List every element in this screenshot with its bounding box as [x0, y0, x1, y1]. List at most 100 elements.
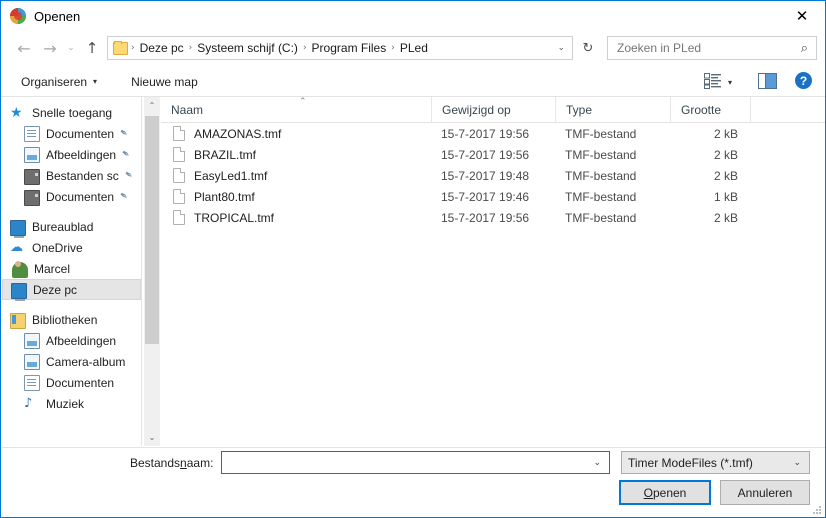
help-icon[interactable]: ? — [795, 72, 812, 89]
nieuwe-map-button[interactable]: Nieuwe map — [123, 70, 206, 94]
filename-label-accel: n — [180, 456, 187, 470]
recent-locations-icon[interactable]: ⌄ — [63, 35, 79, 61]
cancel-button[interactable]: Annuleren — [720, 480, 810, 505]
sidebar-item-label: Muziek — [46, 396, 85, 411]
sidebar-item-bibliotheken[interactable]: Bibliotheken — [2, 309, 141, 330]
navigation-pane-scrollbar[interactable]: ⌃ ⌄ — [144, 97, 160, 446]
view-dropdown-chevron-icon[interactable]: ▾ — [728, 78, 732, 87]
breadcrumb-item-program-files[interactable]: Program Files — [308, 41, 391, 55]
file-icon — [173, 210, 185, 225]
filename-combobox[interactable]: ⌄ — [221, 451, 610, 474]
column-header-grootte[interactable]: Grootte — [670, 96, 750, 123]
refresh-icon[interactable]: ↻ — [576, 36, 600, 60]
title-bar: Openen ✕ — [1, 1, 825, 31]
sidebar-item-documenten[interactable]: Documenten — [2, 372, 141, 393]
column-label: Gewijzigd op — [442, 102, 511, 117]
sidebar-item-muziek[interactable]: ♪ Muziek — [2, 393, 141, 414]
filename-label: Bestandsnaam: — [130, 456, 213, 470]
star-icon: ★ — [10, 104, 23, 121]
close-icon[interactable]: ✕ — [779, 1, 825, 31]
file-name: Plant80.tmf — [194, 189, 255, 204]
sidebar-item-label: Bureaublad — [32, 219, 94, 234]
file-icon — [173, 126, 185, 141]
nav-group-gap — [2, 300, 141, 309]
sidebar-item-label: Afbeeldingen — [46, 147, 117, 162]
file-name-cell[interactable]: AMAZONAS.tmf — [161, 126, 431, 141]
sidebar-item-deze-pc[interactable]: Deze pc — [2, 279, 141, 301]
picture-icon — [24, 332, 40, 349]
file-name-cell[interactable]: TROPICAL.tmf — [161, 210, 431, 225]
file-modified: 15-7-2017 19:56 — [441, 147, 530, 162]
column-label: Type — [566, 102, 593, 117]
sidebar-item-label: Camera-album — [46, 354, 126, 369]
sort-ascending-icon: ⌃ — [299, 97, 307, 107]
table-row[interactable]: Plant80.tmf 15-7-2017 19:46 TMF-bestand 1 k… — [161, 186, 825, 207]
sidebar-item-onedrive[interactable]: ☁ OneDrive — [2, 237, 141, 258]
sidebar-item-label: Snelle toegang — [32, 105, 113, 120]
sidebar-item-bestanden-sc[interactable]: Bestanden sc ✒ — [2, 165, 141, 186]
music-icon: ♪ — [24, 395, 33, 411]
chevron-down-icon[interactable]: ⌄ — [593, 458, 601, 468]
pin-icon[interactable]: ✒ — [119, 148, 132, 162]
desktop-icon — [10, 219, 26, 238]
resize-grip[interactable] — [812, 505, 822, 515]
scroll-down-icon[interactable]: ⌄ — [144, 429, 160, 446]
sidebar-item-afbeeldingen[interactable]: Afbeeldingen ✒ — [2, 144, 141, 165]
table-row[interactable]: AMAZONAS.tmf 15-7-2017 19:56 TMF-bestand 2 … — [161, 123, 825, 144]
scrollbar-thumb[interactable] — [145, 116, 159, 344]
sidebar-item-bureaublad[interactable]: Bureaublad — [2, 216, 141, 238]
open-file-dialog: Openen ✕ ← → ⌄ ↑ › Deze pc › Systeem sch… — [0, 0, 826, 518]
sidebar-item-label: Documenten — [46, 375, 115, 390]
file-name-cell[interactable]: EasyLed1.tmf — [161, 168, 431, 183]
file-name-cell[interactable]: Plant80.tmf — [161, 189, 431, 204]
file-type: TMF-bestand — [565, 147, 637, 162]
chevron-down-icon: ▾ — [93, 77, 98, 86]
chevron-down-icon[interactable]: ⌄ — [793, 458, 801, 468]
scroll-up-icon[interactable]: ⌃ — [144, 97, 160, 114]
file-icon — [173, 189, 185, 204]
sidebar-item-documenten[interactable]: Documenten ✒ — [2, 186, 141, 207]
address-bar[interactable]: › Deze pc › Systeem schijf (C:) › Progra… — [107, 36, 573, 60]
sidebar-item-marcel[interactable]: Marcel — [2, 258, 141, 279]
filename-input[interactable] — [226, 454, 594, 471]
preview-pane-icon[interactable] — [758, 73, 777, 89]
command-bar: Organiseren ▾ Nieuwe map — [1, 67, 825, 97]
organiseren-button[interactable]: Organiseren ▾ — [13, 70, 105, 94]
open-button[interactable]: Openen — [619, 480, 711, 505]
sidebar-item-camera-album[interactable]: Camera-album — [2, 351, 141, 372]
sidebar-item-documenten[interactable]: Documenten ✒ — [2, 123, 141, 144]
forward-icon[interactable]: → — [37, 35, 63, 61]
search-input[interactable] — [615, 40, 801, 56]
file-size: 2 kB — [713, 168, 738, 183]
column-header-naam[interactable]: Naam — [161, 97, 431, 123]
view-layout-icon[interactable] — [704, 73, 722, 89]
chevron-down-icon[interactable]: ⌄ — [557, 43, 565, 53]
sidebar-item-label: Marcel — [34, 261, 71, 276]
up-icon[interactable]: ↑ — [79, 35, 105, 61]
breadcrumb-item-systeem-schijf[interactable]: Systeem schijf (C:) — [193, 41, 302, 55]
file-type-filter-dropdown[interactable]: Timer ModeFiles (*.tmf) ⌄ — [621, 451, 810, 474]
pin-icon[interactable]: ✒ — [121, 169, 134, 183]
table-row[interactable]: EasyLed1.tmf 15-7-2017 19:48 TMF-bestand 2 … — [161, 165, 825, 186]
sidebar-item-label: OneDrive — [32, 240, 83, 255]
sidebar-item-snelle-toegang[interactable]: ★ Snelle toegang — [2, 102, 141, 123]
breadcrumb-item-pled[interactable]: PLed — [396, 41, 432, 55]
pin-icon[interactable]: ✒ — [117, 127, 130, 141]
sidebar-item-label: Bibliotheken — [32, 312, 98, 327]
table-row[interactable]: BRAZIL.tmf 15-7-2017 19:56 TMF-bestand 2 kB — [161, 144, 825, 165]
table-row[interactable]: TROPICAL.tmf 15-7-2017 19:56 TMF-bestand 2 … — [161, 207, 825, 228]
cloud-icon: ☁ — [10, 239, 23, 255]
search-box[interactable]: ⌕ — [607, 36, 817, 60]
file-name-cell[interactable]: BRAZIL.tmf — [161, 147, 431, 162]
file-modified: 15-7-2017 19:56 — [441, 126, 530, 141]
sidebar-item-label: Documenten — [46, 189, 115, 204]
file-name: EasyLed1.tmf — [194, 168, 268, 183]
column-header-gewijzigd-op[interactable]: Gewijzigd op — [431, 96, 555, 123]
pin-icon[interactable]: ✒ — [117, 190, 130, 204]
breadcrumb-item-deze-pc[interactable]: Deze pc — [136, 41, 188, 55]
back-icon[interactable]: ← — [11, 35, 37, 61]
column-header-row: Naam Gewijzigd op Type Grootte ⌃ — [161, 96, 825, 123]
open-button-accel: O — [643, 485, 653, 500]
column-header-type[interactable]: Type — [555, 96, 670, 123]
sidebar-item-afbeeldingen[interactable]: Afbeeldingen — [2, 330, 141, 351]
